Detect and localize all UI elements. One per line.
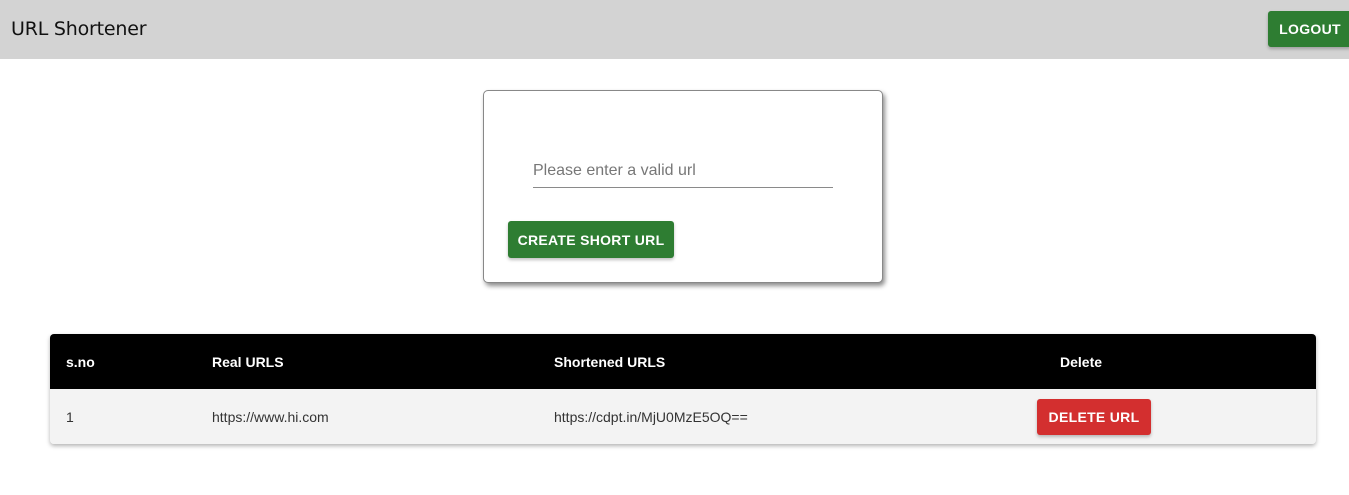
delete-url-button[interactable]: DELETE URL: [1037, 398, 1151, 435]
cell-delete: DELETE URL: [1037, 389, 1316, 444]
column-header-delete: Delete: [1044, 334, 1316, 389]
create-url-card: CREATE SHORT URL: [483, 90, 883, 283]
table-header-row: s.no Real URLS Shortened URLS Delete: [50, 334, 1316, 389]
app-title: URL Shortener: [11, 18, 147, 40]
column-header-real-urls: Real URLS: [196, 334, 538, 389]
column-header-shortened-urls: Shortened URLS: [538, 334, 1044, 389]
urls-table: s.no Real URLS Shortened URLS Delete 1 h…: [50, 334, 1316, 444]
cell-sno: 1: [50, 389, 196, 444]
url-input[interactable]: [533, 155, 833, 188]
column-header-sno: s.no: [50, 334, 196, 389]
top-navbar: URL Shortener LOGOUT: [0, 0, 1349, 59]
table-row: 1 https://www.hi.com https://cdpt.in/MjU…: [50, 389, 1316, 444]
cell-short-url: https://cdpt.in/MjU0MzE5OQ==: [538, 389, 1044, 444]
create-short-url-button[interactable]: CREATE SHORT URL: [508, 221, 674, 258]
logout-button[interactable]: LOGOUT: [1268, 11, 1349, 47]
cell-real-url: https://www.hi.com: [196, 389, 538, 444]
